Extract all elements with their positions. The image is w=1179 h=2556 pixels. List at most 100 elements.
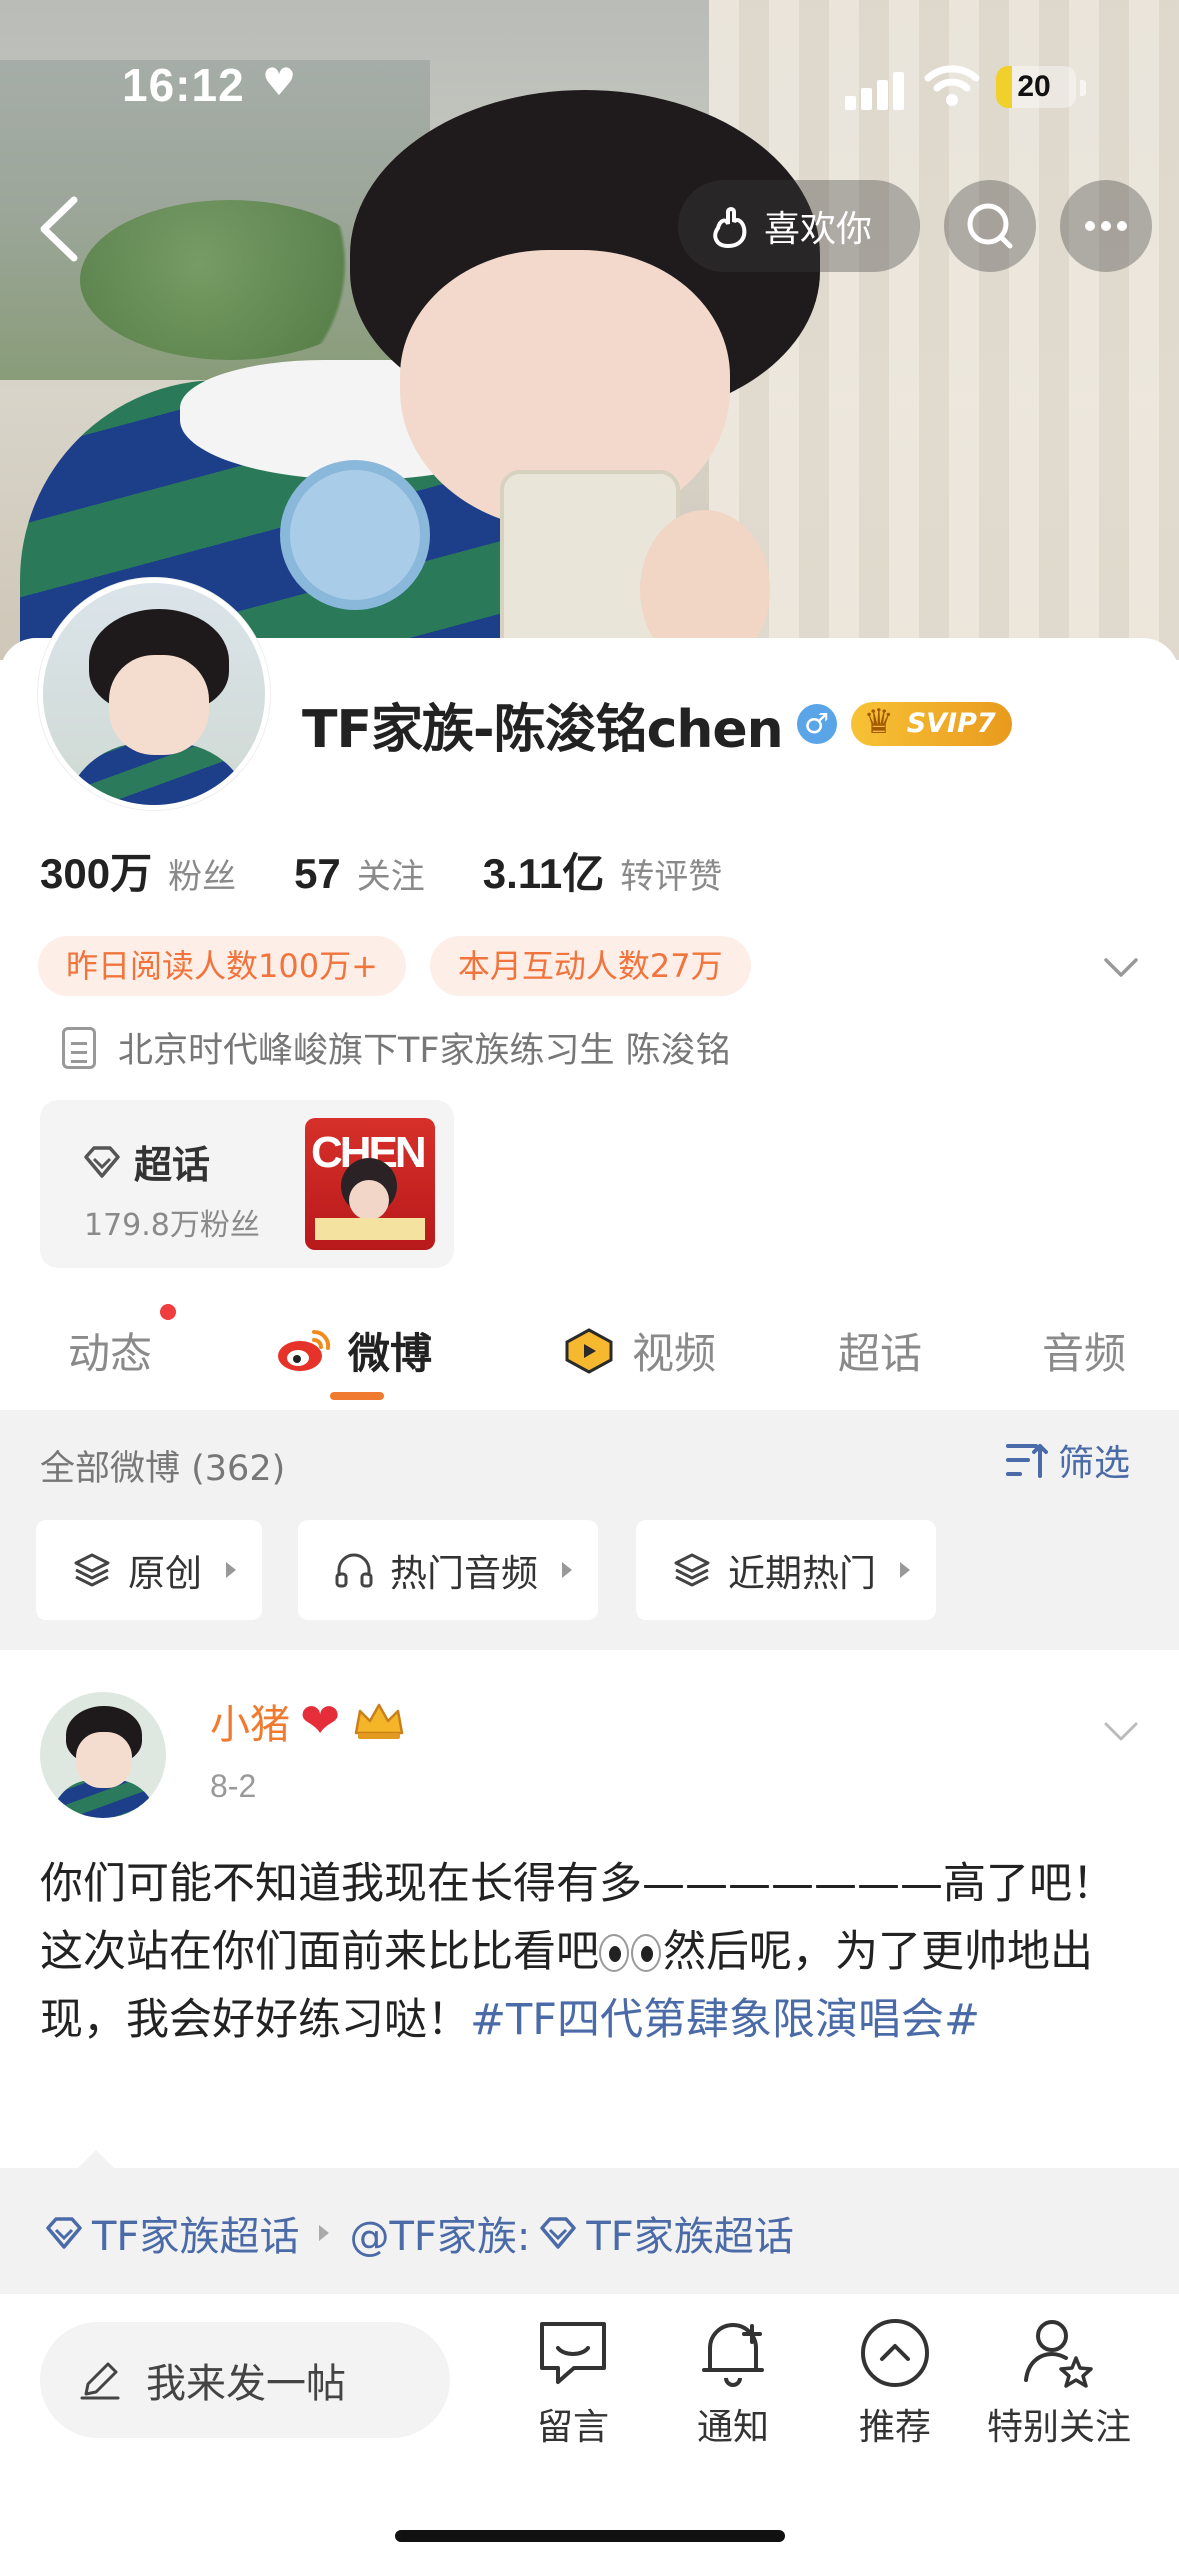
special-follow-button[interactable]: 特别关注 — [970, 2314, 1148, 2474]
post-source-bar: TF家族超话 @TF家族: TF家族超话 — [0, 2150, 1179, 2294]
reposts-likes-count[interactable]: 3.11亿 — [483, 840, 604, 901]
tab-weibo[interactable]: 微博 — [276, 1310, 432, 1390]
post-avatar[interactable] — [40, 1692, 166, 1818]
monthly-interactions-tag[interactable]: 本月互动人数27万 — [429, 936, 751, 996]
search-icon — [967, 203, 1013, 249]
chevron-down-icon[interactable] — [1098, 944, 1144, 990]
like-you-button[interactable]: 喜欢你 — [678, 180, 920, 272]
red-heart-icon: ❤ — [300, 1693, 341, 1749]
svip-badge[interactable]: ♛ SVIP7 — [850, 702, 1012, 746]
reposts-likes-label[interactable]: 转评赞 — [620, 849, 722, 898]
bell-plus-icon — [702, 2323, 764, 2387]
more-icon — [1085, 221, 1127, 231]
supertopic-fans: 179.8万粉丝 — [84, 1208, 260, 1243]
post-author[interactable]: 小猪 ❤ — [210, 1692, 408, 1750]
wifi-icon — [924, 65, 980, 106]
pencil-icon — [80, 2362, 120, 2400]
battery-icon: 20 — [996, 66, 1076, 108]
bio-row: 北京时代峰峻旗下TF家族练习生 陈浚铭 — [62, 1022, 731, 1073]
active-tab-indicator — [330, 1392, 384, 1400]
status-bar: 16:12 ♥ 20 — [0, 0, 1179, 150]
battery-level: 20 — [1017, 70, 1051, 103]
diamond-icon — [540, 2217, 577, 2249]
crown-icon — [354, 1703, 404, 1739]
action-label: 通知 — [696, 2407, 769, 2448]
supertopic-label: 超话 — [134, 1143, 211, 1187]
source-supertopic-link-2[interactable]: TF家族超话 — [586, 2204, 793, 2262]
tab-label: 音频 — [1042, 1328, 1127, 1378]
tab-label: 动态 — [68, 1328, 153, 1378]
tab-audio[interactable]: 音频 — [1042, 1310, 1126, 1390]
chip-hot-audio[interactable]: 热门音频 — [298, 1520, 598, 1620]
notify-button[interactable]: 通知 — [658, 2314, 808, 2474]
source-row: TF家族超话 @TF家族: TF家族超话 — [44, 2204, 794, 2262]
chip-label: 近期热门 — [728, 1552, 876, 1595]
compose-post-input[interactable]: 我来发一帖 — [40, 2322, 450, 2438]
recommend-button[interactable]: 推荐 — [820, 2314, 970, 2474]
action-label: 推荐 — [858, 2407, 931, 2448]
comment-button[interactable]: 留言 — [498, 2314, 648, 2474]
profile-tabs: 动态 微博 视频 超话 音频 — [0, 1300, 1179, 1410]
tab-video[interactable]: 视频 — [560, 1310, 716, 1390]
supertopic-card[interactable]: 超话 179.8万粉丝 CHEN — [40, 1100, 454, 1268]
filter-button[interactable]: 筛选 — [1006, 1434, 1130, 1486]
signal-icon — [845, 70, 907, 110]
filter-section: 全部微博 (362) 筛选 原创 热门音频 近期热门 — [0, 1410, 1179, 1650]
followers-label[interactable]: 粉丝 — [168, 849, 236, 898]
reads-yesterday-tag[interactable]: 昨日阅读人数100万+ — [38, 936, 406, 996]
source-mention-link[interactable]: @TF家族: — [349, 2204, 530, 2262]
back-arrow-icon[interactable] — [30, 192, 90, 266]
male-gender-icon: ♂ — [796, 704, 837, 744]
tab-label: 超话 — [838, 1328, 923, 1378]
supertopic-title: 超话 — [82, 1134, 210, 1189]
message-icon — [540, 2322, 606, 2384]
name-row: TF家族-陈浚铭chen ♂ ♛ SVIP7 — [302, 694, 1012, 760]
tab-supertopic[interactable]: 超话 — [838, 1310, 922, 1390]
crown-icon: ♛ — [863, 702, 894, 742]
video-icon — [565, 1328, 613, 1374]
stats-tags: 昨日阅读人数100万+ 本月互动人数27万 — [38, 936, 751, 996]
layers-icon — [674, 1553, 710, 1587]
chip-recent-hot[interactable]: 近期热门 — [636, 1520, 936, 1620]
diamond-icon — [84, 1145, 120, 1178]
following-label[interactable]: 关注 — [357, 849, 425, 898]
notification-dot — [160, 1304, 176, 1320]
more-button[interactable] — [1060, 180, 1152, 272]
eyes-emoji-icon — [599, 1934, 629, 1972]
post-hashtag[interactable]: #TF四代第肆象限演唱会# — [470, 1995, 980, 2045]
battery-nub — [1080, 80, 1086, 96]
caret-right-icon — [562, 1562, 572, 1578]
tab-dynamics[interactable]: 动态 — [68, 1310, 152, 1390]
supertopic-thumbnail: CHEN — [305, 1118, 435, 1250]
filter-icon — [1006, 1444, 1048, 1478]
followers-count[interactable]: 300万 — [40, 840, 152, 901]
home-indicator[interactable] — [395, 2530, 785, 2542]
svip-label: SVIP7 — [906, 708, 996, 739]
caret-right-icon — [226, 1562, 236, 1578]
caret-right-icon — [900, 1562, 910, 1578]
chevron-up-circle-icon — [861, 2319, 929, 2387]
source-supertopic-link[interactable]: TF家族超话 — [92, 2204, 299, 2262]
username: TF家族-陈浚铭chen — [302, 699, 784, 760]
chip-original[interactable]: 原创 — [36, 1520, 262, 1620]
gesture-icon — [713, 207, 747, 249]
avatar[interactable] — [38, 578, 270, 810]
eyes-emoji-icon — [631, 1934, 661, 1972]
user-star-icon — [1024, 2320, 1093, 2388]
caret-right-icon — [319, 2225, 330, 2241]
tab-label: 微博 — [348, 1328, 433, 1378]
all-posts-count: 全部微博 (362) — [40, 1449, 286, 1489]
headphones-icon — [335, 1553, 373, 1588]
bio-text: 北京时代峰峻旗下TF家族练习生 陈浚铭 — [118, 1031, 731, 1071]
stats-row: 300万 粉丝 57 关注 3.11亿 转评赞 — [40, 840, 764, 901]
following-count[interactable]: 57 — [294, 850, 341, 898]
post-date: 8-2 — [210, 1768, 257, 1804]
heart-icon: ♥ — [262, 60, 297, 104]
search-button[interactable] — [944, 180, 1036, 272]
cover-person — [20, 80, 820, 660]
chip-label: 原创 — [128, 1552, 202, 1595]
chevron-down-icon[interactable] — [1098, 1708, 1144, 1754]
filter-label: 筛选 — [1058, 1443, 1131, 1484]
action-label: 留言 — [536, 2407, 609, 2448]
diamond-icon — [46, 2217, 82, 2249]
